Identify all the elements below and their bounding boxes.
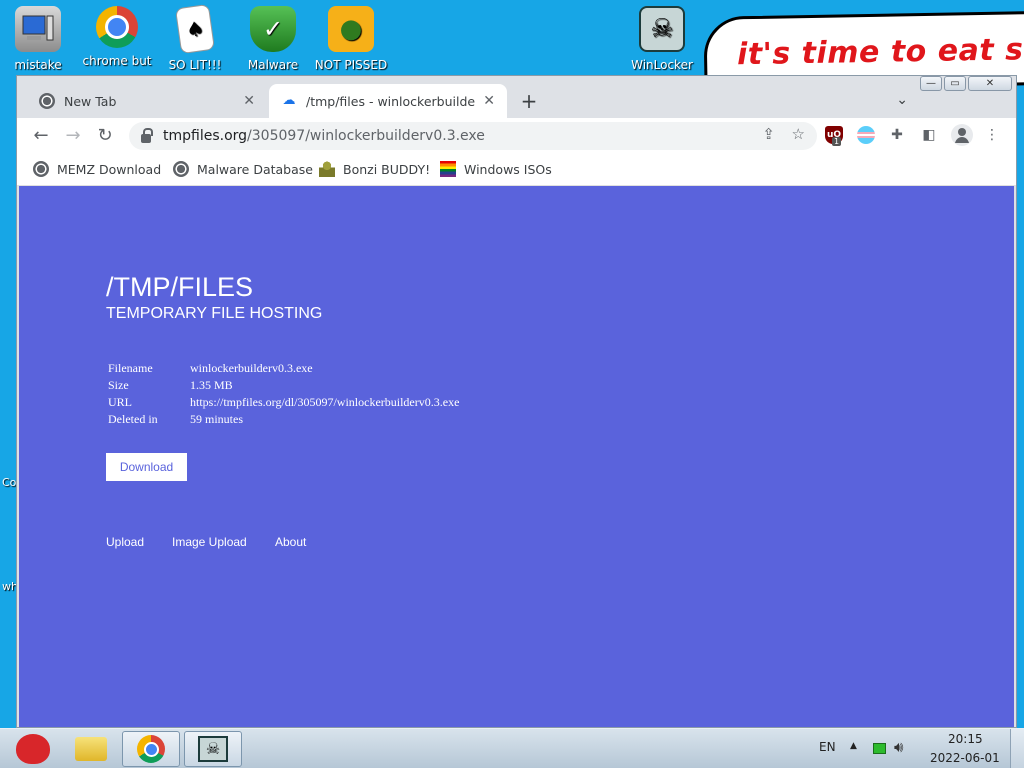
show-hidden-icons-arrow[interactable]: ▲ <box>850 741 857 751</box>
detail-value: 59 minutes <box>190 412 243 426</box>
angry-bird-icon <box>16 734 50 764</box>
cards-icon: ♠ <box>174 3 216 55</box>
chrome-icon <box>137 735 165 763</box>
back-button[interactable]: ← <box>29 124 53 148</box>
globe-icon <box>33 161 49 177</box>
forward-button[interactable]: → <box>61 124 85 148</box>
bookmark-label: Windows ISOs <box>464 161 552 177</box>
detail-key: Size <box>108 378 129 392</box>
address-bar[interactable]: tmpfiles.org/305097/winlockerbuilderv0.3… <box>129 122 817 150</box>
bookmark-label: Bonzi BUDDY! <box>343 161 431 177</box>
network-icon[interactable] <box>873 743 886 754</box>
bookmark-label: MEMZ Download <box>57 161 162 177</box>
globe-icon <box>173 161 189 177</box>
bookmark-malware-database[interactable]: Malware Database <box>173 161 313 177</box>
page-content: /TMP/FILES TEMPORARY FILE HOSTING Filena… <box>19 186 1014 727</box>
taskbar-winlocker[interactable]: ☠ <box>184 731 242 767</box>
table-row: Deleted in 59 minutes <box>106 411 461 428</box>
pig-icon: ● <box>328 6 374 52</box>
taskbar: ☠ EN ▲ 🔊︎ 20:15 2022-06-01 <box>0 728 1024 768</box>
page-title: /TMP/FILES <box>106 272 254 302</box>
volume-icon[interactable]: 🔊︎ <box>894 738 903 756</box>
clock-date[interactable]: 2022-06-01 <box>930 751 1000 765</box>
rainbow-flag-icon <box>440 161 456 177</box>
show-desktop-button[interactable] <box>1010 729 1024 768</box>
clock-time[interactable]: 20:15 <box>948 732 983 746</box>
close-tab-icon[interactable]: ✕ <box>483 93 495 109</box>
detail-url-link[interactable]: https://tmpfiles.org/dl/305097/winlocker… <box>188 394 461 411</box>
table-row: Size 1.35 MB <box>106 377 461 394</box>
tab-new-tab[interactable]: New Tab ✕ <box>27 84 267 118</box>
upload-link[interactable]: Upload <box>106 535 144 549</box>
trans-flag-extension-icon[interactable] <box>857 126 875 144</box>
bonzi-icon <box>319 161 335 177</box>
bookmark-star-icon[interactable]: ☆ <box>792 125 805 143</box>
tab-title: New Tab <box>64 93 117 109</box>
url-path: /305097/winlockerbuilderv0.3.exe <box>247 128 485 144</box>
desktop-icon-mistake[interactable]: mistake <box>0 6 76 76</box>
taskbar-start-button[interactable] <box>4 731 62 767</box>
reload-button[interactable]: ↻ <box>93 124 117 148</box>
page-subtitle: TEMPORARY FILE HOSTING <box>106 305 323 322</box>
desktop-icon-not-pissed[interactable]: ● NOT PISSED <box>313 6 389 76</box>
share-icon[interactable]: ⇪ <box>762 125 775 143</box>
banner-text: it's time to eat shit <box>736 31 1024 73</box>
computer-icon <box>15 6 61 52</box>
bookmarks-bar: MEMZ Download Malware Database Bonzi BUD… <box>17 154 1016 186</box>
table-row: URL https://tmpfiles.org/dl/305097/winlo… <box>106 394 461 411</box>
browser-window: — ▭ ✕ New Tab ✕ ☁ /tmp/files - winlocker… <box>16 75 1017 728</box>
side-panel-icon[interactable]: ◧ <box>920 126 938 144</box>
detail-key: URL <box>108 395 132 409</box>
lock-icon[interactable] <box>141 127 153 143</box>
new-tab-button[interactable]: + <box>517 90 541 112</box>
extensions-puzzle-icon[interactable]: ✚ <box>888 126 906 144</box>
cloud-upload-icon: ☁ <box>282 93 296 108</box>
image-upload-link[interactable]: Image Upload <box>172 535 247 549</box>
detail-key: Deleted in <box>108 412 158 426</box>
explorer-icon <box>75 737 107 761</box>
detail-value: winlockerbuilderv0.3.exe <box>190 361 313 375</box>
close-tab-icon[interactable]: ✕ <box>243 93 255 109</box>
download-button[interactable]: Download <box>106 453 187 481</box>
bookmark-windows-isos[interactable]: Windows ISOs <box>440 161 552 177</box>
desktop-fragment-label: Co <box>2 476 17 489</box>
file-details-table: Filename winlockerbuilderv0.3.exe Size 1… <box>106 360 461 428</box>
winlocker-icon: ☠ <box>198 736 228 762</box>
chrome-icon <box>96 6 138 48</box>
tab-tmpfiles[interactable]: ☁ /tmp/files - winlockerbuilderv0.3.exe … <box>269 84 507 118</box>
tab-search-button[interactable]: ⌄ <box>896 92 908 108</box>
taskbar-explorer[interactable] <box>62 731 120 767</box>
ublock-badge: 1 <box>832 137 842 146</box>
tab-strip: New Tab ✕ ☁ /tmp/files - winlockerbuilde… <box>17 84 1016 118</box>
browser-toolbar: ← → ↻ tmpfiles.org/305097/winlockerbuild… <box>17 118 1016 154</box>
bookmark-label: Malware Database <box>197 161 313 177</box>
detail-value: 1.35 MB <box>190 378 233 392</box>
skull-icon: ☠ <box>639 6 685 52</box>
bookmark-bonzi-buddy[interactable]: Bonzi BUDDY! <box>319 161 430 177</box>
language-indicator[interactable]: EN <box>819 740 836 754</box>
bookmark-memz-download[interactable]: MEMZ Download <box>33 161 161 177</box>
kebab-menu-icon[interactable]: ⋮ <box>983 126 1001 144</box>
desktop-icon-chrome-but[interactable]: chrome but <box>79 6 155 76</box>
table-row: Filename winlockerbuilderv0.3.exe <box>106 360 461 377</box>
shield-icon: ✓ <box>250 6 296 52</box>
url-host: tmpfiles.org <box>163 128 248 144</box>
chrome-icon <box>39 93 55 109</box>
about-link[interactable]: About <box>275 535 306 549</box>
desktop-icon-winlocker[interactable]: ☠ WinLocker <box>624 6 700 76</box>
tab-title: /tmp/files - winlockerbuilderv0.3.exe <box>306 93 476 109</box>
detail-key: Filename <box>108 361 153 375</box>
taskbar-chrome[interactable] <box>122 731 180 767</box>
desktop-icon-so-lit[interactable]: ♠ SO LIT!!! <box>157 3 233 76</box>
profile-avatar-icon[interactable] <box>951 124 973 146</box>
desktop-icon-malware[interactable]: ✓ Malware <box>235 6 311 76</box>
